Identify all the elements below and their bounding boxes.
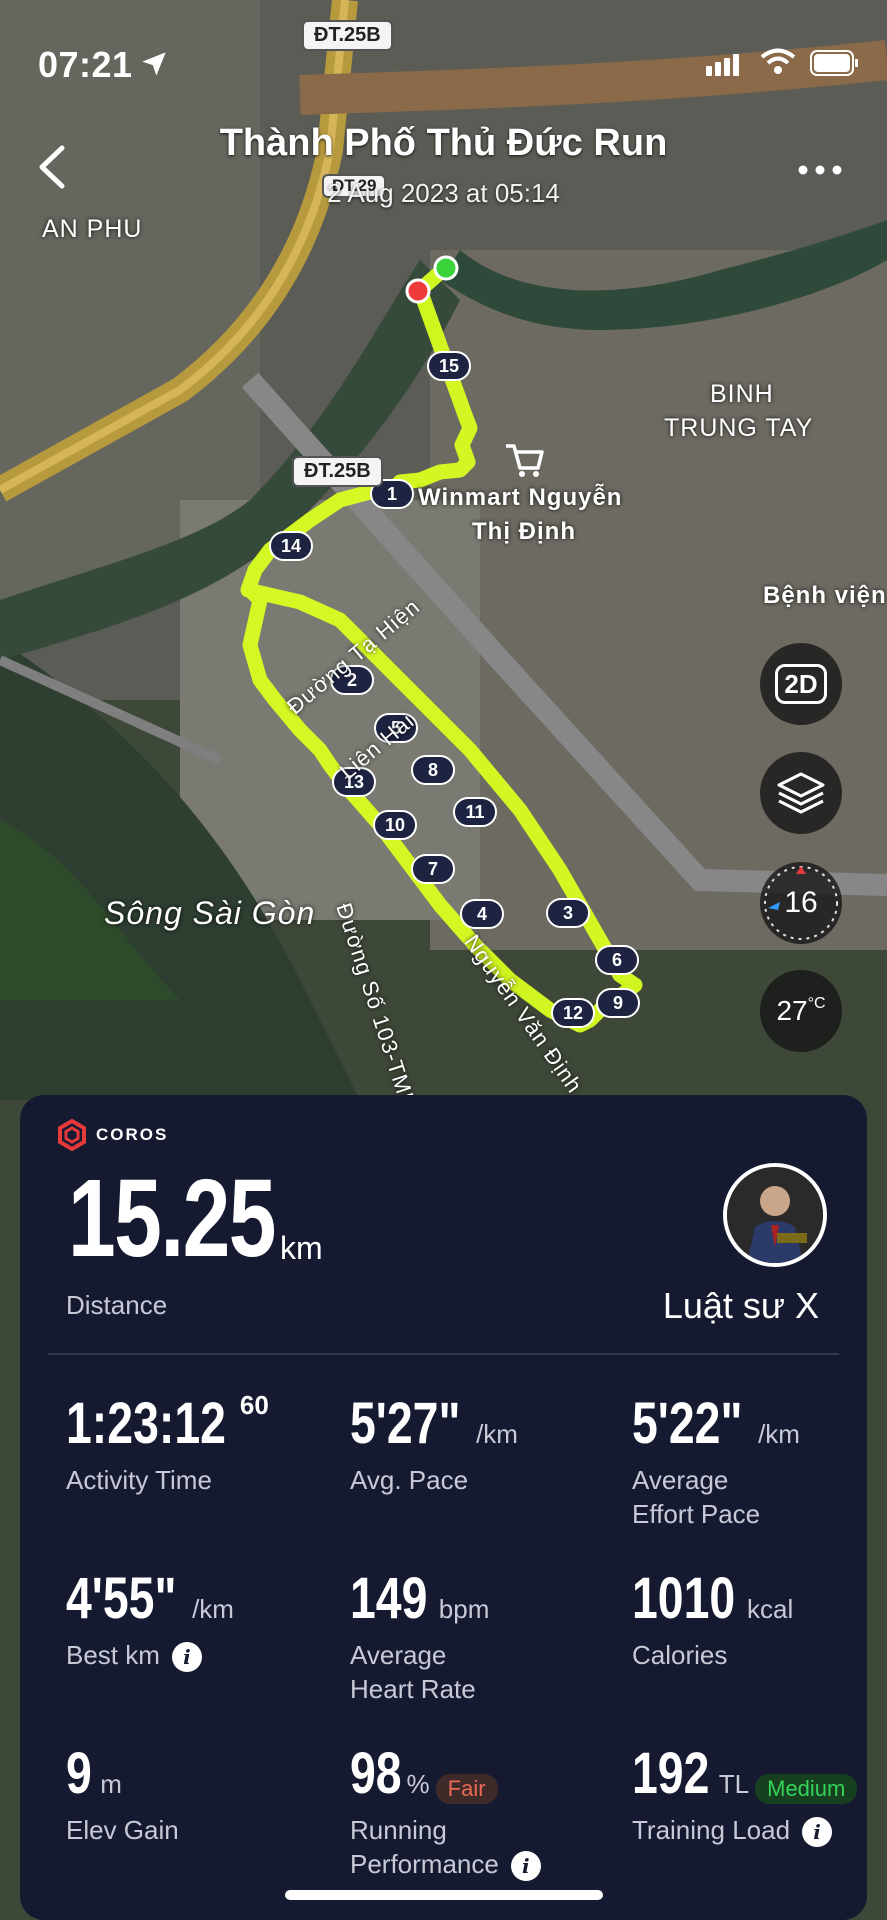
user-name: Luật sư X (662, 1285, 819, 1326)
info-icon[interactable]: i (171, 1642, 202, 1673)
km-marker-6: 6 (595, 945, 639, 975)
info-icon[interactable]: i (802, 1817, 833, 1848)
brand-name: COROS (96, 1125, 169, 1144)
stat-elev-gain: 9m Elev Gain (66, 1740, 179, 1847)
stat-unit: m (100, 1769, 122, 1799)
stat-unit: % (406, 1769, 430, 1799)
stat-value: 98 (350, 1741, 402, 1806)
stat-label: Average Effort Pace (632, 1465, 761, 1529)
map-label-binh: BINH (710, 380, 774, 408)
km-marker-7: 7 (411, 854, 455, 884)
stat-unit: /km (192, 1594, 234, 1624)
temperature-value: 27 (776, 995, 808, 1026)
km-marker-10: 10 (373, 810, 417, 840)
status-bar: 07:21 (0, 0, 887, 130)
page-title: Thành Phố Thủ Đức Run (219, 122, 668, 164)
stat-label: Average Heart Rate (350, 1640, 476, 1704)
km-marker-3: 3 (546, 898, 590, 928)
compass-zoom-button[interactable]: 16 (760, 862, 842, 944)
km-marker-11: 11 (453, 797, 497, 827)
stat-label: Avg. Pace (350, 1465, 469, 1495)
start-point (433, 255, 459, 281)
stat-calories: 1010 kcal Calories (632, 1565, 793, 1672)
stat-unit: /km (758, 1419, 800, 1449)
stat-label: Elev Gain (66, 1815, 179, 1845)
stat-fraction: 60 (239, 1390, 269, 1420)
stat-unit: /km (476, 1419, 518, 1449)
stat-value: 149 (350, 1566, 428, 1631)
user-avatar[interactable] (723, 1163, 827, 1267)
km-marker-14: 14 (269, 531, 313, 561)
stat-training-load: 192 TL Medium Training Load i (632, 1740, 858, 1848)
km-marker-8: 8 (411, 755, 455, 785)
wifi-icon (760, 48, 796, 74)
stat-unit: bpm (438, 1594, 490, 1624)
stat-unit: TL (718, 1769, 750, 1799)
stat-avg-heart-rate: 149 bpm Average Heart Rate (350, 1565, 500, 1706)
avatar-image (727, 1167, 823, 1263)
location-arrow-icon (142, 52, 166, 76)
training-load-badge: Medium (755, 1773, 858, 1804)
stat-value: 1010 (632, 1566, 736, 1631)
map-label-song-sai-gon: Sông Sài Gòn (104, 895, 316, 931)
view-mode-label: 2D (775, 664, 827, 704)
stat-value: 5'27" (350, 1391, 461, 1456)
stat-unit: kcal (747, 1594, 794, 1624)
km-marker-15: 15 (427, 351, 471, 381)
coros-logo: COROS (56, 1119, 168, 1151)
stat-value: 192 (632, 1741, 710, 1806)
km-marker-12: 12 (551, 998, 595, 1028)
coros-logo-icon (58, 1119, 86, 1151)
km-marker-4: 4 (460, 899, 504, 929)
more-options-icon[interactable] (795, 160, 845, 180)
km-marker-9: 9 (596, 988, 640, 1018)
view-mode-2d-button[interactable]: 2D (760, 643, 842, 725)
performance-badge: Fair (435, 1773, 498, 1804)
battery-icon (810, 50, 858, 76)
map-layers-button[interactable] (760, 752, 842, 834)
home-indicator[interactable] (285, 1890, 603, 1900)
status-time: 07:21 (38, 44, 133, 85)
weather-button[interactable]: 27°C (760, 970, 842, 1052)
stat-label: Activity Time (66, 1465, 212, 1495)
stat-label: Training Load (632, 1815, 791, 1845)
stat-value: 4'55" (66, 1566, 177, 1631)
stat-avg-effort-pace: 5'22" /km Average Effort Pace (632, 1390, 800, 1531)
stat-activity-time: 1:23:12 60 Activity Time (66, 1390, 269, 1497)
road-sign-dt25b-mid: ĐT.25B (292, 456, 383, 487)
stat-value: 5'22" (632, 1391, 743, 1456)
end-point (405, 278, 431, 304)
divider (48, 1353, 839, 1355)
map-label-winmart: Winmart Nguyễn (418, 484, 623, 511)
map-label-trung-tay: TRUNG TAY (664, 414, 814, 442)
distance-value: 15.25 (68, 1157, 276, 1280)
stat-label: Running Performance (350, 1815, 499, 1879)
map-label-thi-dinh: Thị Định (472, 518, 576, 545)
info-icon[interactable]: i (510, 1851, 541, 1882)
zoom-level: 16 (784, 886, 818, 919)
distance-unit: km (280, 1230, 323, 1266)
stat-running-performance: 98% Fair Running Performance i (350, 1740, 570, 1882)
stat-label: Calories (632, 1640, 728, 1670)
stat-avg-pace: 5'27" /km Avg. Pace (350, 1390, 518, 1497)
temperature-unit: °C (807, 995, 826, 1012)
activity-date: 2 Aug 2023 at 05:14 (327, 178, 560, 208)
map-label-benh-vien: Bệnh viện (763, 582, 887, 609)
stat-best-km: 4'55" /km Best km i (66, 1565, 234, 1673)
stat-value: 9 (66, 1741, 92, 1806)
cellular-signal-icon (706, 54, 739, 76)
activity-summary-card: COROS 15.25 km Distance Luật sư X 1:23:1… (20, 1095, 867, 1920)
map-label-an-phu: AN PHU (42, 215, 143, 243)
stat-label: Best km (66, 1640, 160, 1670)
stat-value: 1:23:12 (66, 1391, 226, 1456)
layers-icon (777, 772, 825, 814)
distance-label: Distance (66, 1290, 168, 1320)
